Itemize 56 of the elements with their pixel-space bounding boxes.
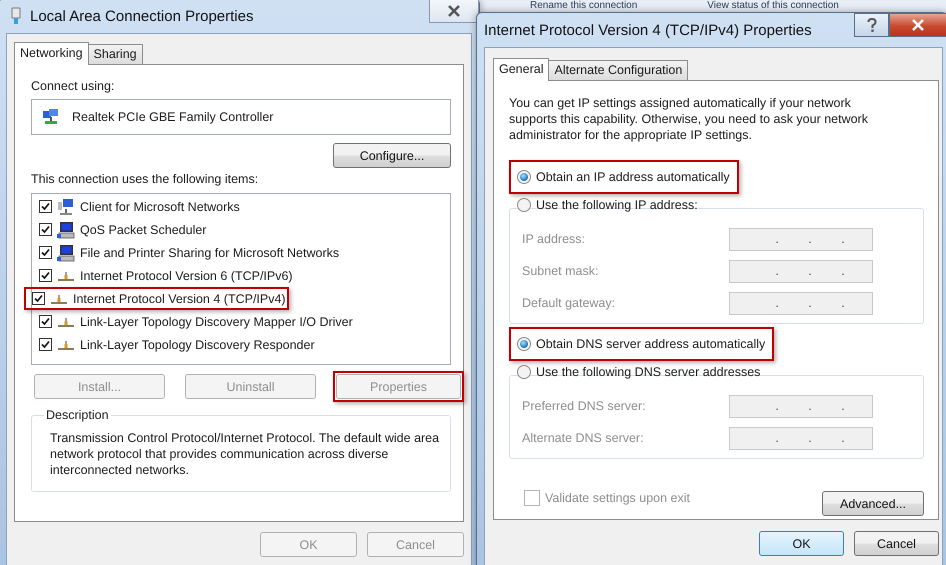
items-label: This connection uses the following items:	[31, 172, 260, 186]
radio-option[interactable]: Use the following IP address:	[512, 197, 698, 213]
list-item[interactable]: Client for Microsoft Networks	[39, 198, 240, 215]
field-label: Preferred DNS server:	[522, 399, 646, 413]
tab[interactable]: Sharing	[88, 44, 143, 64]
computer-icon	[57, 244, 75, 262]
close-button[interactable]	[429, 0, 479, 23]
group-label: Description	[45, 408, 110, 422]
window-title: Local Area Connection Properties	[30, 8, 254, 24]
list-item[interactable]: Link-Layer Topology Discovery Responder	[39, 336, 315, 353]
dialog-button[interactable]: OK	[759, 531, 844, 556]
adapter-name: Realtek PCIe GBE Family Controller	[72, 110, 274, 124]
list-item[interactable]: Link-Layer Topology Discovery Mapper I/O Driver	[39, 313, 353, 330]
checkbox[interactable]	[39, 246, 52, 259]
background-link[interactable]: Rename this connection	[530, 0, 638, 12]
checkbox[interactable]	[39, 338, 52, 351]
radio-option[interactable]: Obtain DNS server address automatically	[512, 330, 772, 358]
configure-button[interactable]: Configure...	[333, 143, 451, 168]
plug-icon	[10, 7, 22, 25]
list-item[interactable]: Internet Protocol Version 6 (TCP/IPv6)	[39, 267, 293, 284]
description-text: Transmission Control Protocol/Internet Protocol. The default wide area network protocol that provides communication across diverse interconnected networks.	[50, 430, 440, 478]
radio-button[interactable]	[517, 198, 531, 212]
list-item[interactable]: File and Printer Sharing for Microsoft Networks	[39, 244, 340, 261]
close-icon	[911, 19, 925, 31]
help-icon	[866, 18, 876, 32]
connect-using-label: Connect using:	[31, 79, 116, 93]
background-link[interactable]: View status of this connection	[707, 0, 839, 12]
help-button[interactable]	[854, 13, 889, 37]
tab[interactable]: Networking	[14, 42, 89, 65]
list-item[interactable]: Internet Protocol Version 4 (TCP/IPv4)	[27, 290, 286, 307]
field-label: Default gateway:	[522, 296, 616, 310]
radio-button[interactable]	[517, 170, 531, 184]
network-adapter-icon	[42, 108, 60, 126]
tab[interactable]: Alternate Configuration	[548, 60, 688, 80]
radio-button[interactable]	[517, 337, 531, 351]
checkbox[interactable]	[32, 292, 45, 305]
radio-button[interactable]	[517, 365, 531, 379]
advanced-button[interactable]: Advanced...	[822, 491, 924, 516]
field-label: Alternate DNS server:	[522, 431, 644, 445]
close-button[interactable]	[889, 13, 946, 37]
network-client-icon	[57, 198, 75, 216]
tab[interactable]: General	[493, 58, 550, 81]
checkbox[interactable]	[39, 223, 52, 236]
window-title: Internet Protocol Version 4 (TCP/IPv4) Properties	[484, 22, 812, 38]
field-label: Subnet mask:	[522, 264, 598, 278]
close-icon	[447, 5, 461, 17]
checkbox[interactable]	[39, 315, 52, 328]
computer-icon	[57, 220, 75, 238]
field-label: IP address:	[522, 232, 586, 246]
radio-option[interactable]: Use the following DNS server addresses	[512, 364, 760, 380]
dialog-button[interactable]: Cancel	[854, 531, 939, 556]
checkbox[interactable]	[39, 269, 52, 282]
radio-option[interactable]: Obtain an IP address automatically	[512, 163, 736, 191]
list-item[interactable]: QoS Packet Scheduler	[39, 221, 206, 238]
intro-text: You can get IP settings assigned automatically if your network supports this capability. Otherwise, you need to ask your network administrator for the appropriate IP settings.	[509, 95, 869, 143]
checkbox[interactable]	[39, 200, 52, 213]
